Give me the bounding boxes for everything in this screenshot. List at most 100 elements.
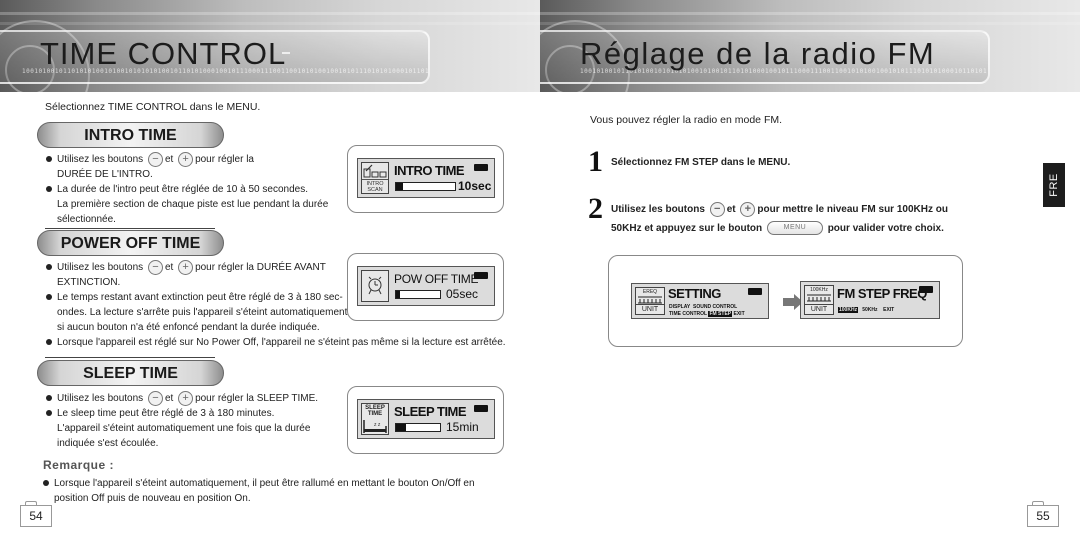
lcd-title: SLEEP TIME [394,404,467,419]
section-heading-power-off-time: POWER OFF TIME [37,230,224,256]
bullet-text: Utilisez les boutons [57,262,144,274]
lcd-title: POW OFF TIME [394,272,479,286]
bullet-text: et [164,393,174,405]
lcd-display: POW OFF TIME 05sec [357,266,495,306]
step-text-part: Utilisez les boutons [611,204,705,215]
bullet-text: pour régler la SLEEP TIME. [195,393,319,405]
page-number: 54 [20,501,52,527]
bullet-text: Utilisez les boutons [57,393,144,405]
lcd-title: INTRO TIME [394,163,465,178]
menu-button-icon: MENU [766,221,823,236]
menu-option: EXIT [883,307,895,313]
page-tab-decoration [25,501,37,505]
banner-streak [0,22,540,25]
battery-icon [474,405,488,412]
page-title: TIME CONTROL [40,36,287,71]
menu-row: TIME CONTROL FM STEP EXIT [669,311,745,317]
page-54: 1001010010110101010010100101010101001011… [0,0,540,539]
section-heading-sleep-time: SLEEP TIME [37,360,224,386]
menu-option: SOUND CONTROL [693,304,738,310]
icon-label: 100KHz [810,287,828,293]
remark-label: Remarque : [43,458,115,472]
icon-label: TIME [367,411,383,417]
banner-streak [540,22,1080,25]
svg-text:z z: z z [374,422,381,428]
icon-label: SCAN [367,187,383,193]
banner-streak [0,12,540,15]
lcd-value: 05sec [446,287,479,301]
bullet-text: DURÉE DE L'INTRO. [57,169,153,181]
lcd-display: INTRO SCAN INTRO TIME 10sec [357,158,495,198]
bullet-text: et [164,154,174,166]
menu-option: DISPLAY [669,304,691,310]
progress-fill [396,424,406,431]
remark-bullets: Lorsque l'appareil s'éteint automatiquem… [42,476,512,506]
intro-scan-icon: INTRO SCAN [361,162,389,194]
bullet-text: EXTINCTION. [57,277,121,289]
fm-step-display-frame: EREQ UNIT SETTING DISPLAY SOUND CONTROL … [608,255,963,347]
bullet-text: L'appareil s'éteint automatiquement une … [57,423,311,435]
lcd-value: 10sec [458,179,492,193]
minus-button-icon: − [147,152,163,167]
bullet-item: Le sleep time peut être réglé de 3 à 180… [45,406,355,451]
menu-option: EXIT [733,311,745,317]
intro-time-display-frame: INTRO SCAN INTRO TIME 10sec [347,145,504,213]
section-heading-label: INTRO TIME [84,127,177,144]
step-text-part: 50KHz et appuyez sur le bouton [611,223,763,234]
intro-text: Sélectionnez TIME CONTROL dans le MENU. [45,101,261,113]
bullet-text: indiquée s'est écoulée. [57,438,159,450]
menu-option: 50KHz [862,307,878,313]
power-off-display-frame: POW OFF TIME 05sec [347,253,504,321]
bullet-text: La durée de l'intro peut être réglée de … [57,184,308,196]
bullet-text: sélectionnée. [57,214,116,226]
bullet-text: pour régler la DURÉE AVANT [195,262,326,274]
sleep-time-display-frame: SLEEP TIME z z SLEEP TIME 15min [347,386,504,454]
bullet-text: Utilisez les boutons [57,154,144,166]
bullet-text: Lorsque l'appareil s'éteint automatiquem… [54,478,475,489]
bullet-item: Lorsque l'appareil est réglé sur No Powe… [45,335,515,350]
plus-button-icon: + [178,260,194,275]
battery-icon [474,164,488,171]
bullet-text: pour régler la [195,154,254,166]
progress-bar [395,182,456,191]
page-tab-decoration [1032,501,1044,505]
step-text: Utilisez les boutons − et + pour mettre le… [611,200,948,238]
bullet-item: Utilisez les boutons − et + pour régler la… [45,391,355,406]
lcd-display: SLEEP TIME z z SLEEP TIME 15min [357,399,495,439]
battery-icon [474,272,488,279]
section-heading-label: POWER OFF TIME [60,235,201,252]
lcd-display-fm-step: 100KHz UNIT FM STEP FREQ 100KHz 50KHz EX… [800,281,940,319]
step-text-part: pour valider votre choix. [827,223,944,234]
page-title: Réglage de la radio FM [580,36,936,71]
menu-option-selected: 100KHz [838,307,859,313]
language-tab-label: FRE [1048,173,1060,197]
banner-streak [540,12,1080,15]
minus-button-icon: − [147,260,163,275]
section-divider [45,228,215,229]
intro-text: Vous pouvez régler la radio en mode FM. [590,114,783,126]
frequency-unit-icon: EREQ UNIT [635,287,665,315]
section-heading-label: SLEEP TIME [83,365,178,382]
bullet-text: position Off puis de nouveau en position… [54,493,251,504]
step-text-part: et [726,204,736,215]
bullet-text: Lorsque l'appareil est réglé sur No Powe… [57,337,506,349]
menu-row: DISPLAY SOUND CONTROL [669,304,737,310]
bullet-text: La première section de chaque piste est … [57,199,329,211]
section-heading-intro-time: INTRO TIME [37,122,224,148]
minus-button-icon: − [147,391,163,406]
bullet-text: si aucun bouton n'a été enfoncé pendant … [57,322,320,334]
plus-button-icon: + [178,391,194,406]
bullet-text: et [164,262,174,274]
step-number: 1 [588,145,603,178]
progress-bar [395,290,441,299]
step-number: 2 [588,192,603,225]
bullet-item: Lorsque l'appareil s'éteint automatiquem… [42,476,512,506]
lcd-value: 15min [446,420,479,434]
bullet-text: Le sleep time peut être réglé de 3 à 180… [57,408,275,420]
sleep-time-bullets: Utilisez les boutons − et + pour régler la… [45,391,355,451]
battery-icon [919,286,933,293]
title-dash [282,52,290,54]
page-55: 1001010010110101001010101010010100101101… [540,0,1080,539]
intro-time-bullets: Utilisez les boutons − et + pour régler la… [45,152,345,227]
lcd-title: FM STEP FREQ [837,286,927,301]
